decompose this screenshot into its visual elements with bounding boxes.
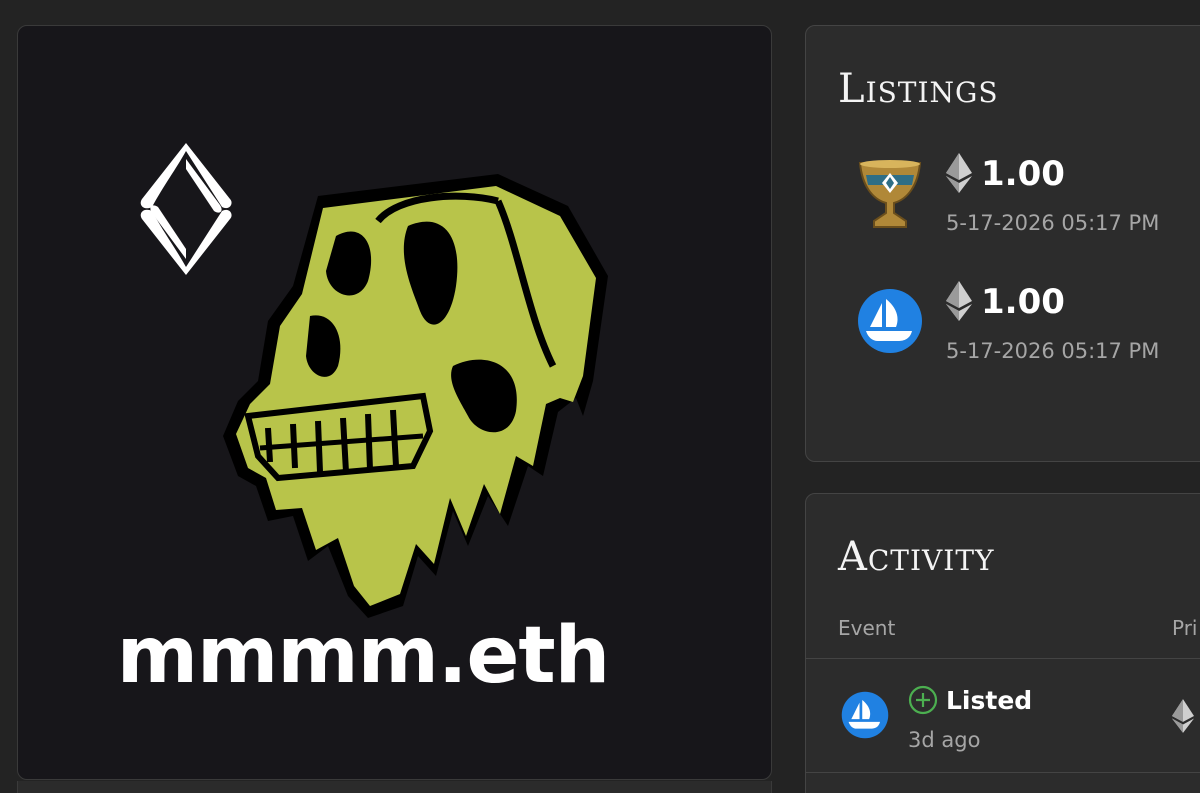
plus-circle-icon [908,685,938,715]
opensea-icon[interactable] [839,689,891,741]
card-footer-strip [17,781,772,793]
nft-name: mmmm.eth [116,611,610,701]
listing-row[interactable]: 1.00 5-17-2026 05:17 PM [846,151,1200,241]
listing-date: 5-17-2026 05:17 PM [946,211,1160,235]
listing-date: 5-17-2026 05:17 PM [946,339,1160,363]
eth-icon [1172,699,1194,733]
activity-time: 3d ago [908,728,981,752]
ape-skull-icon [223,174,608,618]
opensea-icon [858,289,922,353]
activity-panel: Activity Event Pri Listed 3d ago [805,493,1200,793]
listing-price: 1.00 [981,282,1065,322]
listing-price: 1.00 [981,154,1065,194]
listings-panel: Listings 1.00 5-17-2026 05:17 PM 1.00 5-… [805,25,1200,462]
ens-grail-icon [858,160,922,228]
activity-event: Listed [946,686,1033,715]
eth-icon [946,281,972,321]
listings-title: Listings [838,66,999,112]
nft-image-card[interactable]: mmmm.eth [17,25,772,780]
divider [806,658,1200,659]
divider [806,772,1200,773]
column-header-event[interactable]: Event [838,616,895,640]
activity-title: Activity [838,534,995,580]
listing-row[interactable]: 1.00 5-17-2026 05:17 PM [846,279,1200,369]
column-header-price[interactable]: Pri [1172,616,1198,640]
eth-icon [946,153,972,193]
